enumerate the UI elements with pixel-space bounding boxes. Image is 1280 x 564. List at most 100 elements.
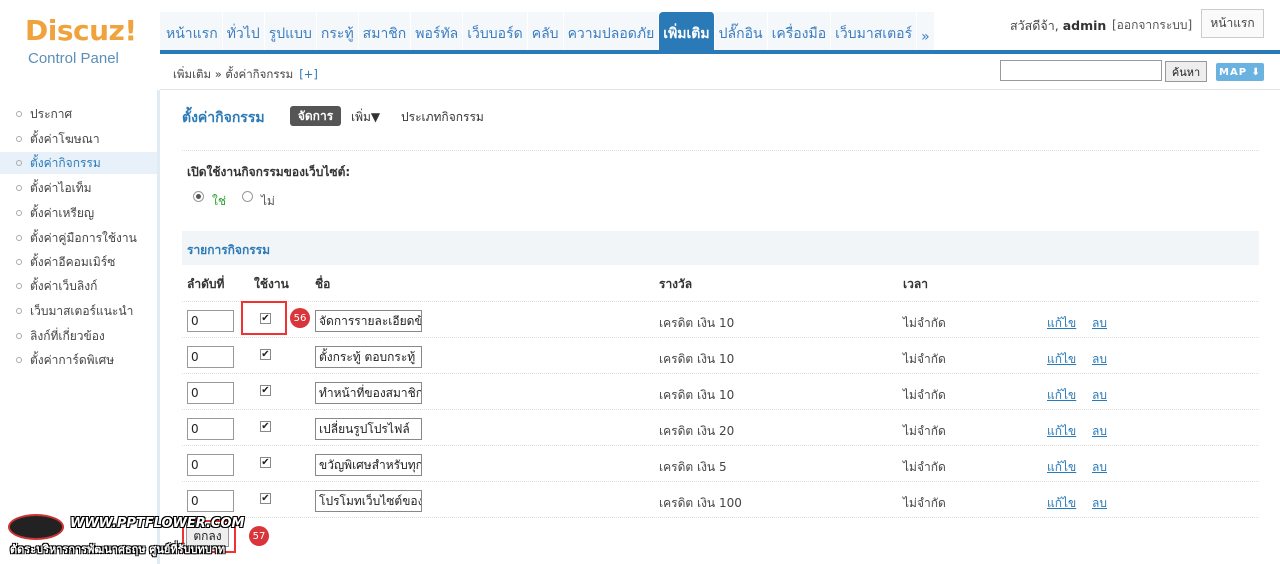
logo[interactable]: Discuz! Control Panel xyxy=(0,0,160,90)
name-input[interactable]: จัดการรายละเอียดข้อ xyxy=(315,310,422,332)
map-button[interactable]: MAP ⬇ xyxy=(1216,63,1264,81)
enabled-checkbox[interactable]: ✔ xyxy=(260,349,271,360)
col-name: ชื่อ xyxy=(315,277,331,291)
delete-link[interactable]: ลบ xyxy=(1092,422,1107,441)
radio-yes[interactable] xyxy=(193,191,204,202)
delete-link[interactable]: ลบ xyxy=(1092,494,1107,513)
edit-link[interactable]: แก้ไข xyxy=(1047,350,1076,369)
sidebar-item-related-links[interactable]: ลิงก์ที่เกี่ยวข้อง xyxy=(0,325,157,347)
enabled-checkbox[interactable]: ✔ xyxy=(260,421,271,432)
watermark-url: WWW.PPTFLOWER.COM xyxy=(70,516,245,531)
add-shortcut-link[interactable]: [+] xyxy=(299,67,318,81)
nav-tab-groups[interactable]: คลับ xyxy=(527,12,564,52)
nav-tab-portal[interactable]: พอร์ทัล xyxy=(411,12,464,52)
edit-link[interactable]: แก้ไข xyxy=(1047,422,1076,441)
sidebar-item-label: ตั้งค่าเหรียญ xyxy=(30,205,95,220)
bullet-icon xyxy=(16,308,22,314)
search-input[interactable] xyxy=(1000,60,1162,81)
order-input[interactable]: 0 xyxy=(187,382,234,404)
nav-tab-members[interactable]: สมาชิก xyxy=(358,12,412,52)
sub-bar: เพิ่มเติม » ตั้งค่ากิจกรรม [+] ค้นหา MAP … xyxy=(160,56,1280,90)
name-input[interactable]: ตั้งกระทู้ ตอบกระทู้ xyxy=(315,346,422,368)
name-input[interactable]: ขวัญพิเศษสำหรับทุก xyxy=(315,454,422,476)
search-button[interactable]: ค้นหา xyxy=(1165,61,1207,82)
sidebar-item-items[interactable]: ตั้งค่าไอเท็ม xyxy=(0,177,157,199)
name-input[interactable]: โปรโมทเว็บไซต์ของ xyxy=(315,490,422,512)
enabled-checkbox[interactable]: ✔ xyxy=(260,493,271,504)
name-input[interactable]: ทำหน้าที่ของสมาชิก xyxy=(315,382,422,404)
sidebar-item-ads[interactable]: ตั้งค่าโฆษณา xyxy=(0,128,157,150)
home-button[interactable]: หน้าแรก xyxy=(1201,9,1264,38)
nav-tab-tools[interactable]: เครื่องมือ xyxy=(767,12,832,52)
time-text: ไม่จำกัด xyxy=(903,388,946,402)
reward-text: เครดิต เงิน 10 xyxy=(659,388,735,402)
nav-tab-style[interactable]: รูปแบบ xyxy=(264,12,317,52)
sidebar-item-label: ตั้งค่าการ์ดพิเศษ xyxy=(30,352,115,367)
radio-yes-label[interactable]: ใช่ xyxy=(212,192,226,211)
order-input[interactable]: 0 xyxy=(187,418,234,440)
edit-link[interactable]: แก้ไข xyxy=(1047,386,1076,405)
sidebar-item-ecommerce[interactable]: ตั้งค่าอีคอมเมิร์ซ xyxy=(0,251,157,273)
nav-tab-forum[interactable]: เว็บบอร์ด xyxy=(463,12,528,52)
time-text: ไม่จำกัด xyxy=(903,316,946,330)
nav-tab-extended[interactable]: เพิ่มเติม xyxy=(659,12,715,52)
enabled-checkbox[interactable]: ✔ xyxy=(260,457,271,468)
sidebar-item-activities[interactable]: ตั้งค่ากิจกรรม xyxy=(0,152,157,174)
sidebar-item-recommended[interactable]: เว็บมาสเตอร์แนะนำ xyxy=(0,300,157,322)
main-content: ตั้งค่ากิจกรรม จัดการ เพิ่ม▼ ประเภทกิจกร… xyxy=(163,90,1280,564)
nav-tab-general[interactable]: ทั่วไป xyxy=(222,12,265,52)
table-row: 0 ✔ ขวัญพิเศษสำหรับทุก เครดิต เงิน 5 ไม่… xyxy=(182,445,1259,481)
edit-link[interactable]: แก้ไข xyxy=(1047,494,1076,513)
table-row: 0 ✔ ทำหน้าที่ของสมาชิก เครดิต เงิน 10 ไม… xyxy=(182,373,1259,409)
reward-text: เครดิต เงิน 5 xyxy=(659,460,727,474)
sidebar-item-announcements[interactable]: ประกาศ xyxy=(0,103,157,125)
sidebar-item-help[interactable]: ตั้งค่าคู่มือการใช้งาน xyxy=(0,227,157,249)
edit-link[interactable]: แก้ไข xyxy=(1047,314,1076,333)
nav-tab-security[interactable]: ความปลอดภัย xyxy=(563,12,660,52)
bullet-icon xyxy=(16,136,22,142)
tab-manage[interactable]: จัดการ xyxy=(290,106,341,126)
name-input[interactable]: เปลี่ยนรูปโปรไฟล์ xyxy=(315,418,422,440)
list-section-header: รายการกิจกรรม xyxy=(182,231,1259,265)
sidebar-item-special-cards[interactable]: ตั้งค่าการ์ดพิเศษ xyxy=(0,349,157,371)
bullet-icon xyxy=(16,259,22,265)
enabled-checkbox[interactable]: ✔ xyxy=(260,385,271,396)
greeting: สวัสดีจ้า, xyxy=(1010,18,1059,33)
nav-tab-more[interactable]: » xyxy=(917,12,935,52)
tab-add[interactable]: เพิ่ม▼ xyxy=(351,108,380,127)
logout-link[interactable]: [ออกจากระบบ] xyxy=(1112,16,1192,35)
sidebar-item-weblinks[interactable]: ตั้งค่าเว็บลิงก์ xyxy=(0,275,157,297)
breadcrumb: เพิ่มเติม » ตั้งค่ากิจกรรม [+] xyxy=(173,66,318,84)
nav-tab-plugins[interactable]: ปลั๊กอิน xyxy=(714,12,768,52)
nav-tab-home[interactable]: หน้าแรก xyxy=(160,12,223,52)
sidebar-item-medals[interactable]: ตั้งค่าเหรียญ xyxy=(0,202,157,224)
order-input[interactable]: 0 xyxy=(187,454,234,476)
reward-text: เครดิต เงิน 10 xyxy=(659,352,735,366)
step-marker-57: 57 xyxy=(249,526,269,546)
delete-link[interactable]: ลบ xyxy=(1092,350,1107,369)
col-enabled: ใช้งาน xyxy=(254,277,289,291)
bullet-icon xyxy=(16,210,22,216)
sidebar-item-label: ตั้งค่าคู่มือการใช้งาน xyxy=(30,230,137,245)
delete-link[interactable]: ลบ xyxy=(1092,386,1107,405)
bullet-icon xyxy=(16,333,22,339)
nav-tab-webmaster[interactable]: เว็บมาสเตอร์ xyxy=(831,12,918,52)
time-text: ไม่จำกัด xyxy=(903,352,946,366)
enable-activities-label: เปิดใช้งานกิจกรรมของเว็บไซต์: xyxy=(187,165,351,179)
tab-activity-types[interactable]: ประเภทกิจกรรม xyxy=(401,108,484,127)
edit-link[interactable]: แก้ไข xyxy=(1047,458,1076,477)
order-input[interactable]: 0 xyxy=(187,346,234,368)
reward-text: เครดิต เงิน 20 xyxy=(659,424,735,438)
divider xyxy=(182,517,1259,518)
nav-tab-threads[interactable]: กระทู้ xyxy=(316,12,359,52)
order-input[interactable]: 0 xyxy=(187,490,234,512)
delete-link[interactable]: ลบ xyxy=(1092,314,1107,333)
step-marker-56: 56 xyxy=(290,308,310,328)
bullet-icon xyxy=(16,235,22,241)
order-input[interactable]: 0 xyxy=(187,310,234,332)
radio-no-label[interactable]: ไม่ xyxy=(261,192,275,211)
delete-link[interactable]: ลบ xyxy=(1092,458,1107,477)
radio-no[interactable] xyxy=(242,191,253,202)
bullet-icon xyxy=(16,111,22,117)
watermark: WWW.PPTFLOWER.COM ตัดระบริหารการพัฒนาศธฤ… xyxy=(8,512,244,558)
